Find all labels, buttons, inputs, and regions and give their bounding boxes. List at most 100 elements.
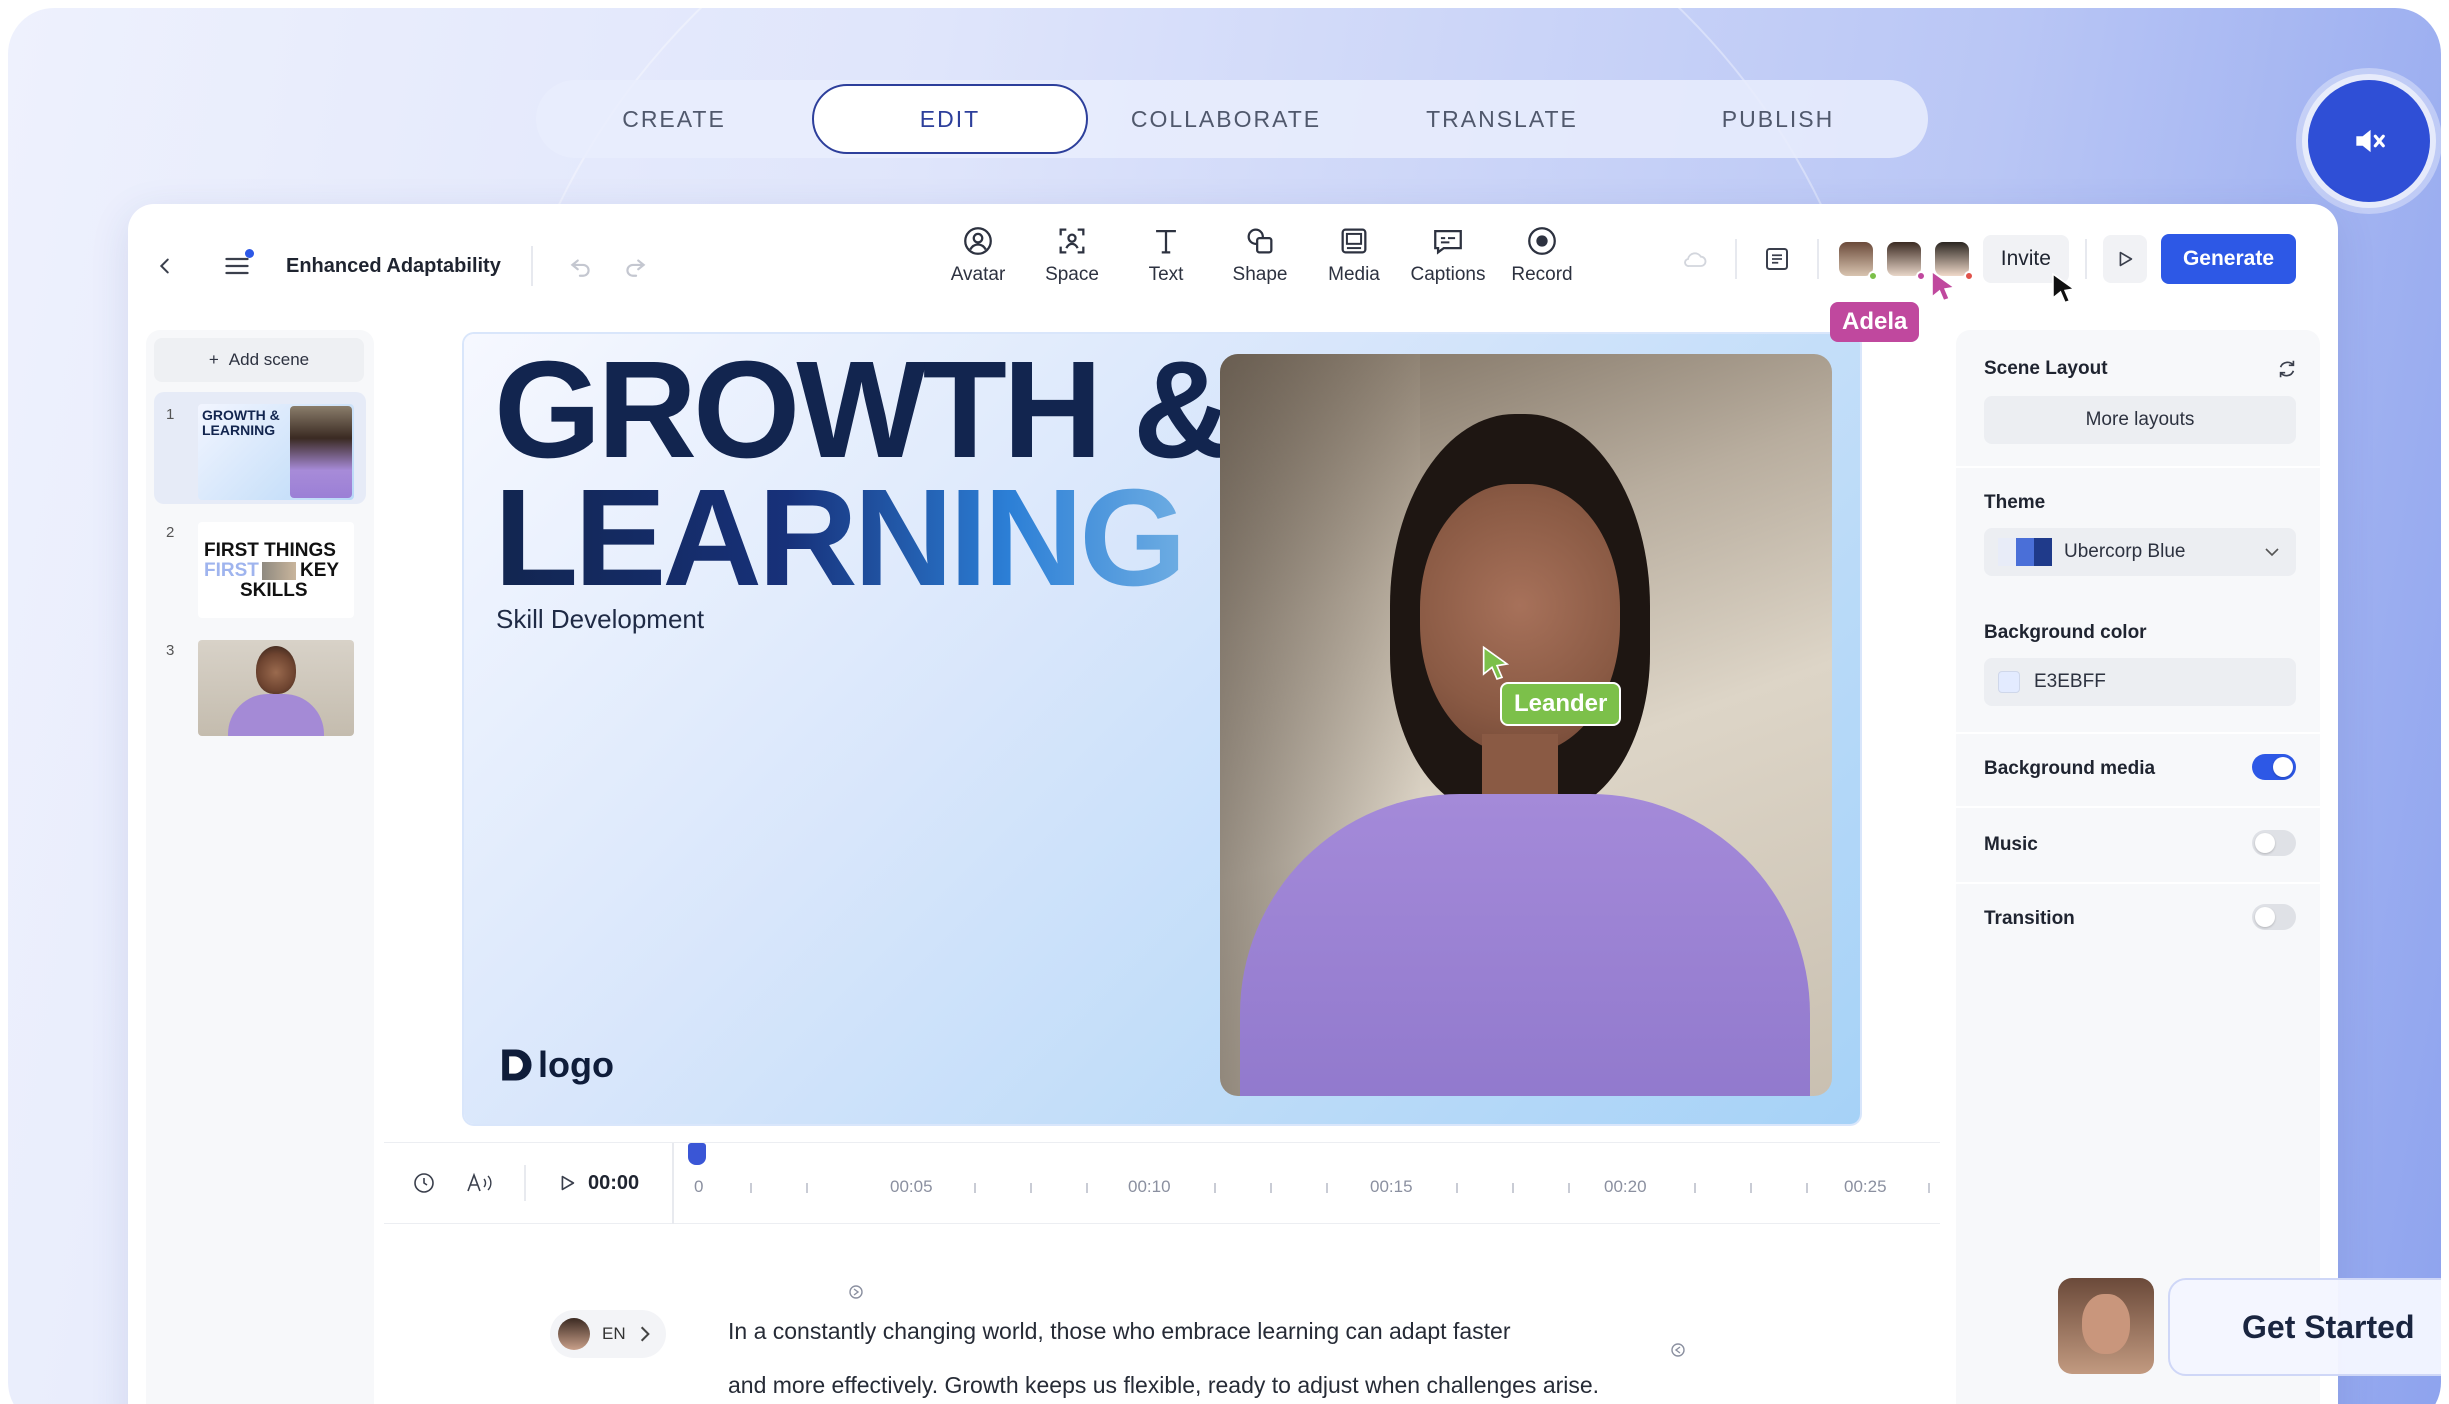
background-color-label: Background color	[1984, 622, 2147, 643]
background-media-toggle[interactable]	[2252, 754, 2296, 780]
timeline-ruler[interactable]: 0 00:05 00:10 00:15 00:20 00:25	[672, 1143, 1932, 1225]
tool-label: Avatar	[950, 264, 1006, 285]
current-time: 00:00	[588, 1171, 640, 1194]
tick	[1512, 1183, 1514, 1193]
scene-number: 1	[166, 406, 175, 423]
divider	[1956, 466, 2320, 468]
captions-icon	[1434, 229, 1462, 255]
tick	[1270, 1183, 1272, 1193]
playhead-handle[interactable]	[688, 1143, 706, 1165]
slide-logo[interactable]: logo	[498, 1044, 614, 1086]
collaborator-avatar[interactable]	[1886, 242, 1926, 281]
script-text[interactable]: In a constantly changing world, those wh…	[728, 1304, 1708, 1404]
play-icon	[561, 1175, 575, 1191]
slide-subtitle[interactable]: Skill Development	[496, 604, 704, 635]
color-swatch	[1998, 671, 2020, 693]
theme-value: Ubercorp Blue	[2064, 541, 2186, 562]
menu-icon[interactable]	[218, 247, 256, 285]
tool-shape[interactable]: Shape	[1213, 224, 1307, 286]
pause-marker-icon[interactable]	[848, 1284, 864, 1300]
thumb-title: GROWTH & LEARNING	[202, 407, 280, 438]
script-line: In a constantly changing world, those wh…	[728, 1318, 1511, 1344]
tab-collaborate[interactable]: COLLABORATE	[1088, 84, 1364, 154]
divider	[1956, 732, 2320, 734]
scene-item-2[interactable]: 2 FIRST THINGS FIRST KEY SKILLS	[154, 510, 366, 622]
music-label: Music	[1984, 834, 2038, 855]
tool-label: Text	[1148, 264, 1184, 285]
tool-label: Shape	[1232, 264, 1288, 285]
tick	[806, 1183, 808, 1193]
tick	[974, 1183, 976, 1193]
clock-icon[interactable]	[412, 1171, 436, 1195]
mode-tabs: CREATE EDIT COLLABORATE TRANSLATE PUBLIS…	[536, 80, 1928, 158]
tab-create[interactable]: CREATE	[536, 84, 812, 154]
tool-media[interactable]: Media	[1307, 224, 1401, 286]
toolbar: Enhanced Adaptability Avatar Space Text …	[146, 218, 2320, 314]
add-scene-button[interactable]: + Add scene	[154, 338, 364, 382]
cloud-sync-icon	[1675, 245, 1715, 273]
divider	[1956, 882, 2320, 884]
undo-icon[interactable]	[563, 253, 599, 279]
more-layouts-button[interactable]: More layouts	[1984, 396, 2296, 444]
timeline-controls: 00:00	[412, 1165, 639, 1201]
generate-button[interactable]: Generate	[2160, 234, 2296, 284]
slide-canvas[interactable]: GROWTH & LEARNING Skill Development logo…	[464, 334, 1860, 1124]
notes-icon[interactable]	[1757, 244, 1797, 274]
get-started-button[interactable]: Get Started	[2168, 1278, 2441, 1376]
tool-avatar[interactable]: Avatar	[931, 224, 1025, 286]
back-icon[interactable]	[146, 247, 184, 285]
refresh-icon[interactable]	[2276, 358, 2298, 380]
timeline: 00:00 0 00:05 00:10 00:15 00:20 00:25	[384, 1142, 1940, 1225]
document-title[interactable]: Enhanced Adaptability	[286, 255, 501, 278]
cursor-pointer-icon	[1930, 270, 1958, 309]
tool-record[interactable]: Record	[1495, 224, 1589, 286]
timeline-play-button[interactable]: 00:00	[556, 1172, 639, 1195]
properties-panel: Scene Layout More layouts Theme Ubercorp…	[1956, 330, 2320, 1404]
music-toggle[interactable]	[2252, 830, 2296, 856]
tool-space[interactable]: Space	[1025, 224, 1119, 286]
tab-publish[interactable]: PUBLISH	[1640, 84, 1916, 154]
space-icon	[1059, 228, 1085, 254]
tick	[1030, 1183, 1032, 1193]
time-label: 00:25	[1844, 1177, 1887, 1196]
thumb-title: SKILLS	[240, 580, 308, 601]
script-line: and more effectively. Growth keeps us fl…	[728, 1372, 1600, 1398]
slide-title-line1: GROWTH &	[494, 334, 1233, 487]
assistant-avatar[interactable]	[2058, 1278, 2154, 1374]
chevron-right-icon	[640, 1326, 650, 1342]
time-label: 00:15	[1370, 1177, 1413, 1196]
time-label: 0	[694, 1177, 704, 1196]
tick	[1750, 1183, 1752, 1193]
tool-text[interactable]: Text	[1119, 224, 1213, 286]
mute-button[interactable]	[2296, 68, 2441, 214]
insert-tools: Avatar Space Text Shape Media Captions R…	[931, 224, 1589, 286]
tick	[1806, 1183, 1808, 1193]
divider	[524, 1165, 526, 1201]
thumb-title: KEY	[300, 560, 340, 581]
redo-icon[interactable]	[617, 253, 653, 279]
scene-item-3[interactable]: 3	[154, 628, 366, 740]
voice-icon[interactable]	[466, 1171, 494, 1195]
scenes-panel: + Add scene 1 GROWTH & LEARNING 2 FIRST …	[146, 330, 374, 1404]
theme-select[interactable]: Ubercorp Blue	[1984, 528, 2296, 576]
scene-item-1[interactable]: 1 GROWTH & LEARNING	[154, 392, 366, 504]
time-label: 00:05	[890, 1177, 933, 1196]
pause-marker-icon[interactable]	[1670, 1342, 1686, 1358]
preview-button[interactable]	[2102, 235, 2147, 283]
language-selector[interactable]: EN	[550, 1310, 666, 1358]
collaborator-avatar[interactable]	[1838, 242, 1878, 281]
transition-label: Transition	[1984, 908, 2075, 929]
transition-toggle[interactable]	[2252, 904, 2296, 930]
background-media-label: Background media	[1984, 758, 2156, 779]
script-panel: EN In a constantly changing world, those…	[384, 1224, 1940, 1404]
tool-label: Captions	[1410, 264, 1486, 285]
media-icon	[1341, 228, 1367, 254]
tab-translate[interactable]: TRANSLATE	[1364, 84, 1640, 154]
tick	[1086, 1183, 1088, 1193]
divider	[1956, 806, 2320, 808]
tab-edit[interactable]: EDIT	[812, 84, 1088, 154]
tool-captions[interactable]: Captions	[1401, 224, 1495, 286]
background-color-field[interactable]: E3EBFF	[1984, 658, 2296, 706]
presenter-sweater	[1240, 794, 1810, 1096]
slide-title[interactable]: GROWTH & LEARNING	[494, 334, 1233, 607]
